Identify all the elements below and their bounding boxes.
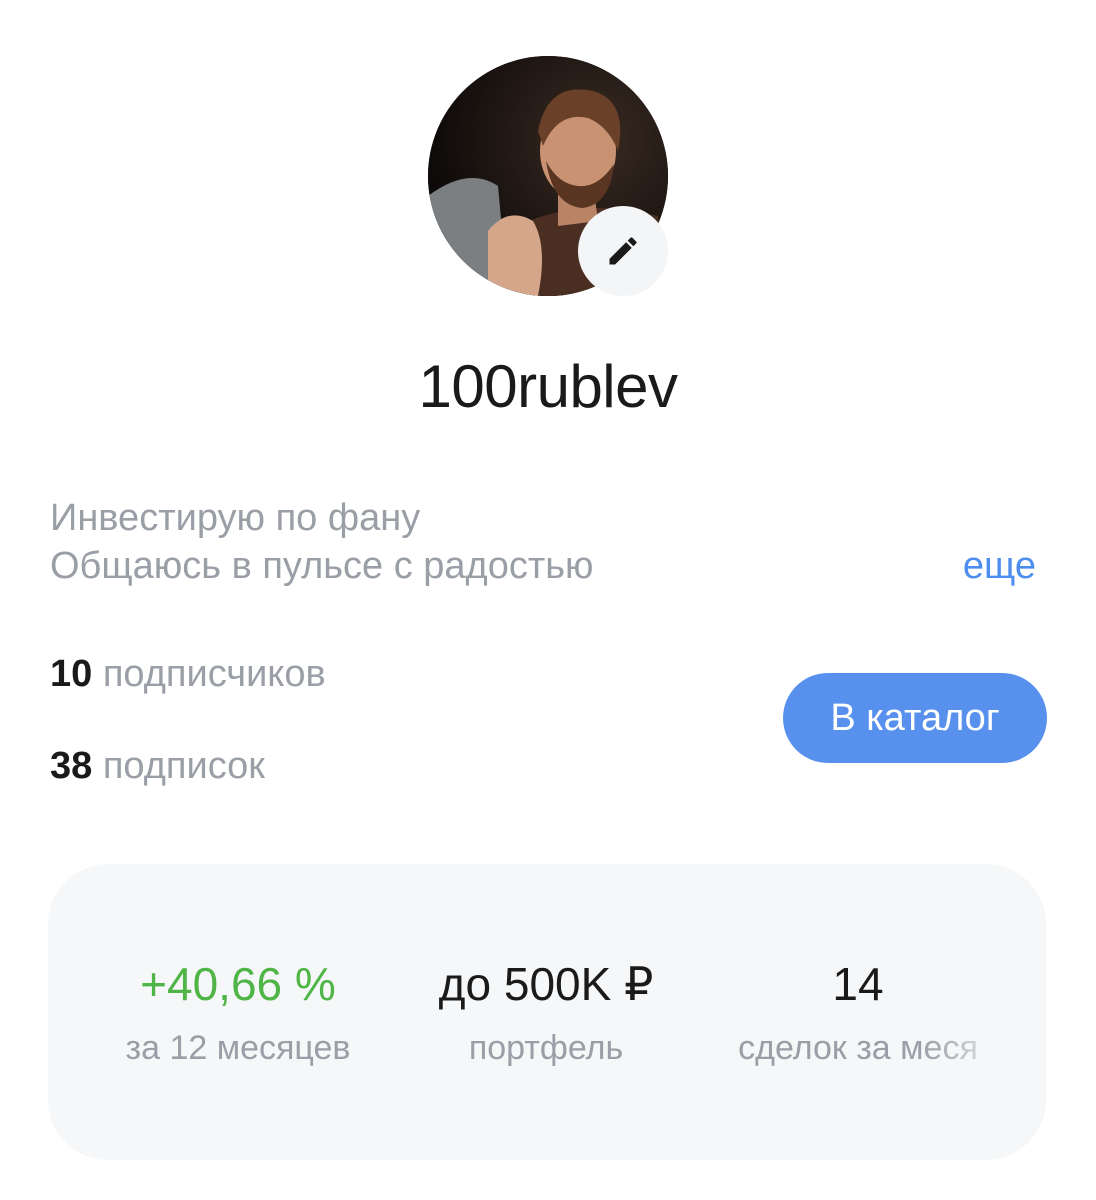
metric-value: +40,66 % [140, 958, 336, 1010]
profile-bio: Инвестирую по фану Общаюсь в пульсе с ра… [50, 494, 594, 590]
metric-value: до 500K ₽ [438, 958, 654, 1010]
catalog-button[interactable]: В каталог [783, 673, 1047, 763]
metric-yield: +40,66 % за 12 месяцев [78, 956, 398, 1070]
followers-label: подписчиков [102, 653, 326, 695]
portfolio-stats-card: +40,66 % за 12 месяцев до 500K ₽ портфел… [48, 864, 1046, 1160]
metric-value: 14 [832, 958, 884, 1010]
bio-line: Общаюсь в пульсе с радостью [50, 545, 594, 587]
followers-count: 10 [50, 653, 93, 695]
following-label: подписок [102, 745, 265, 787]
following-count: 38 [50, 745, 93, 787]
metric-label: сделок за меся [738, 1029, 978, 1067]
bio-line: Инвестирую по фану [50, 497, 421, 539]
bio-more-link[interactable]: еще [963, 542, 1036, 590]
avatar-container [428, 56, 668, 296]
metric-deals: 14 сделок за меся [698, 956, 1018, 1070]
metric-label: за 12 месяцев [125, 1029, 351, 1067]
followers-stat[interactable]: 10 подписчиков [50, 650, 326, 698]
edit-avatar-button[interactable] [578, 206, 668, 296]
metric-portfolio: до 500K ₽ портфель [386, 956, 706, 1070]
metric-label: портфель [468, 1029, 624, 1067]
following-stat[interactable]: 38 подписок [50, 742, 265, 790]
profile-username: 100rublev [418, 353, 678, 420]
pencil-icon [609, 237, 637, 265]
